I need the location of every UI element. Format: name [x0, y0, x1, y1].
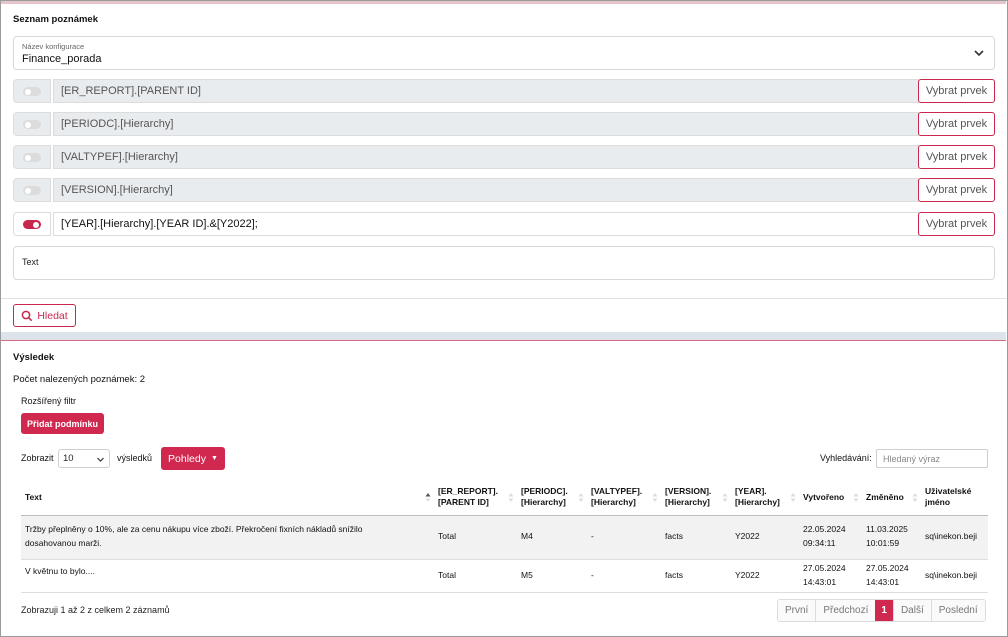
- table-row[interactable]: V květnu to bylo.... Total M5 - facts Y2…: [21, 559, 988, 593]
- result-count: Počet nalezených poznámek: 2: [13, 374, 146, 385]
- filter-row-year: [YEAR].[Hierarchy].[YEAR ID].&[Y2022]; V…: [13, 212, 995, 236]
- cell-year: Y2022: [731, 515, 799, 560]
- advanced-filter-label: Rozšířený filtr: [21, 396, 77, 406]
- filter-input[interactable]: [YEAR].[Hierarchy].[YEAR ID].&[Y2022];: [53, 212, 919, 236]
- pager-next-button[interactable]: Další: [892, 600, 931, 621]
- show-label: Zobrazit: [21, 453, 54, 463]
- cell-periodc: M5: [517, 559, 587, 593]
- section-title-notes: Seznam poznámek: [13, 14, 98, 25]
- views-dropdown-button[interactable]: Pohledy ▼: [161, 447, 225, 470]
- toggle-switch[interactable]: [23, 153, 41, 162]
- config-select-value: Finance_porada: [22, 53, 102, 65]
- cell-changed: 27.05.2024 14:43:01: [862, 559, 921, 593]
- pick-member-button[interactable]: Vybrat prvek: [918, 79, 995, 103]
- add-condition-button[interactable]: Přidat podmínku: [21, 413, 104, 434]
- cell-er-report: Total: [434, 559, 517, 593]
- cell-user: sq\inekon.beji: [921, 559, 988, 593]
- config-select-label: Název konfigurace: [22, 42, 85, 51]
- divider: [1, 298, 1006, 299]
- page-size-value: 10: [63, 453, 74, 464]
- cell-valtypef: -: [587, 559, 661, 593]
- pager-last-button[interactable]: Poslední: [930, 600, 985, 621]
- results-label: výsledků: [117, 453, 153, 463]
- caret-down-icon: ▼: [211, 455, 218, 462]
- search-button[interactable]: Hledat: [13, 304, 76, 327]
- sort-icon: [722, 493, 728, 502]
- column-header-created[interactable]: Vytvořeno: [799, 480, 862, 516]
- pager-first-button[interactable]: První: [778, 600, 816, 621]
- results-table: Text [ER_REPORT]. [PARENT ID] [PERIODC].[…: [21, 480, 988, 593]
- table-header-row: Text [ER_REPORT]. [PARENT ID] [PERIODC].[…: [21, 480, 988, 516]
- cell-valtypef: -: [587, 515, 661, 560]
- text-input-label: Text: [22, 257, 39, 267]
- table-info: Zobrazuji 1 až 2 z celkem 2 záznamů: [21, 605, 170, 615]
- chevron-down-icon: [97, 457, 104, 462]
- filter-row-er-report: [ER_REPORT].[PARENT ID] Vybrat prvek: [13, 79, 995, 103]
- pick-member-button[interactable]: Vybrat prvek: [918, 145, 995, 169]
- search-icon: [21, 310, 33, 321]
- filter-row-valtypef: [VALTYPEF].[Hierarchy] Vybrat prvek: [13, 145, 995, 169]
- sort-ascending-icon: [425, 493, 431, 502]
- column-header-text[interactable]: Text: [21, 480, 434, 516]
- cell-year: Y2022: [731, 559, 799, 593]
- cell-version: facts: [661, 515, 731, 560]
- cell-text: V květnu to bylo....: [21, 559, 434, 593]
- toggle-switch[interactable]: [23, 87, 41, 96]
- cell-user: sq\inekon.beji: [921, 515, 988, 560]
- cell-periodc: M4: [517, 515, 587, 560]
- cell-created: 22.05.2024 09:34:11: [799, 515, 862, 560]
- column-header-user[interactable]: Uživatelské jméno: [921, 480, 988, 516]
- column-header-valtypef[interactable]: [VALTYPEF]. [Hierarchy]: [587, 480, 661, 516]
- table-row[interactable]: Tržby přeplněny o 10%, ale za cenu nákup…: [21, 515, 988, 560]
- sort-icon: [652, 493, 658, 502]
- column-header-version[interactable]: [VERSION]. [Hierarchy]: [661, 480, 731, 516]
- chevron-down-icon: [974, 50, 984, 57]
- sort-icon: [912, 493, 918, 502]
- cell-er-report: Total: [434, 515, 517, 560]
- views-button-label: Pohledy: [168, 452, 206, 465]
- cell-changed: 11.03.2025 10:01:59: [862, 515, 921, 560]
- cell-version: facts: [661, 559, 731, 593]
- toggle-switch[interactable]: [23, 186, 41, 195]
- search-button-label: Hledat: [37, 309, 68, 322]
- pick-member-button[interactable]: Vybrat prvek: [918, 178, 995, 202]
- column-header-changed[interactable]: Změněno: [862, 480, 921, 516]
- section-separator: [1, 332, 1006, 340]
- sort-icon: [853, 493, 859, 502]
- pick-member-button[interactable]: Vybrat prvek: [918, 112, 995, 136]
- filter-input[interactable]: [ER_REPORT].[PARENT ID]: [53, 79, 919, 103]
- column-header-er-report[interactable]: [ER_REPORT]. [PARENT ID]: [434, 480, 517, 516]
- filter-input[interactable]: [PERIODC].[Hierarchy]: [53, 112, 919, 136]
- sort-icon: [578, 493, 584, 502]
- section-title-result: Výsledek: [13, 352, 55, 363]
- filter-row-periodc: [PERIODC].[Hierarchy] Vybrat prvek: [13, 112, 995, 136]
- pick-member-button[interactable]: Vybrat prvek: [918, 212, 995, 236]
- text-input[interactable]: Text: [13, 246, 995, 280]
- filter-input[interactable]: [VALTYPEF].[Hierarchy]: [53, 145, 919, 169]
- top-accent-line: [1, 1, 1006, 4]
- pager-page-1[interactable]: 1: [875, 600, 893, 621]
- accent-line: [1, 340, 1006, 341]
- pager-prev-button[interactable]: Předchozí: [815, 600, 876, 621]
- table-search-label: Vyhledávání:: [820, 453, 872, 463]
- toggle-switch[interactable]: [23, 120, 41, 129]
- sort-icon: [508, 493, 514, 502]
- column-header-periodc[interactable]: [PERIODC]. [Hierarchy]: [517, 480, 587, 516]
- toggle-switch[interactable]: [23, 220, 41, 229]
- pagination: První Předchozí 1 Další Poslední: [777, 599, 986, 622]
- cell-created: 27.05.2024 14:43:01: [799, 559, 862, 593]
- column-header-year[interactable]: [YEAR]. [Hierarchy]: [731, 480, 799, 516]
- filter-row-version: [VERSION].[Hierarchy] Vybrat prvek: [13, 178, 995, 202]
- config-select[interactable]: Název konfigurace Finance_porada: [13, 36, 995, 70]
- page-size-select[interactable]: 10: [58, 449, 110, 468]
- table-search-input[interactable]: Hledaný výraz: [876, 449, 988, 468]
- filter-input[interactable]: [VERSION].[Hierarchy]: [53, 178, 919, 202]
- sort-icon: [790, 493, 796, 502]
- cell-text: Tržby přeplněny o 10%, ale za cenu nákup…: [21, 515, 434, 560]
